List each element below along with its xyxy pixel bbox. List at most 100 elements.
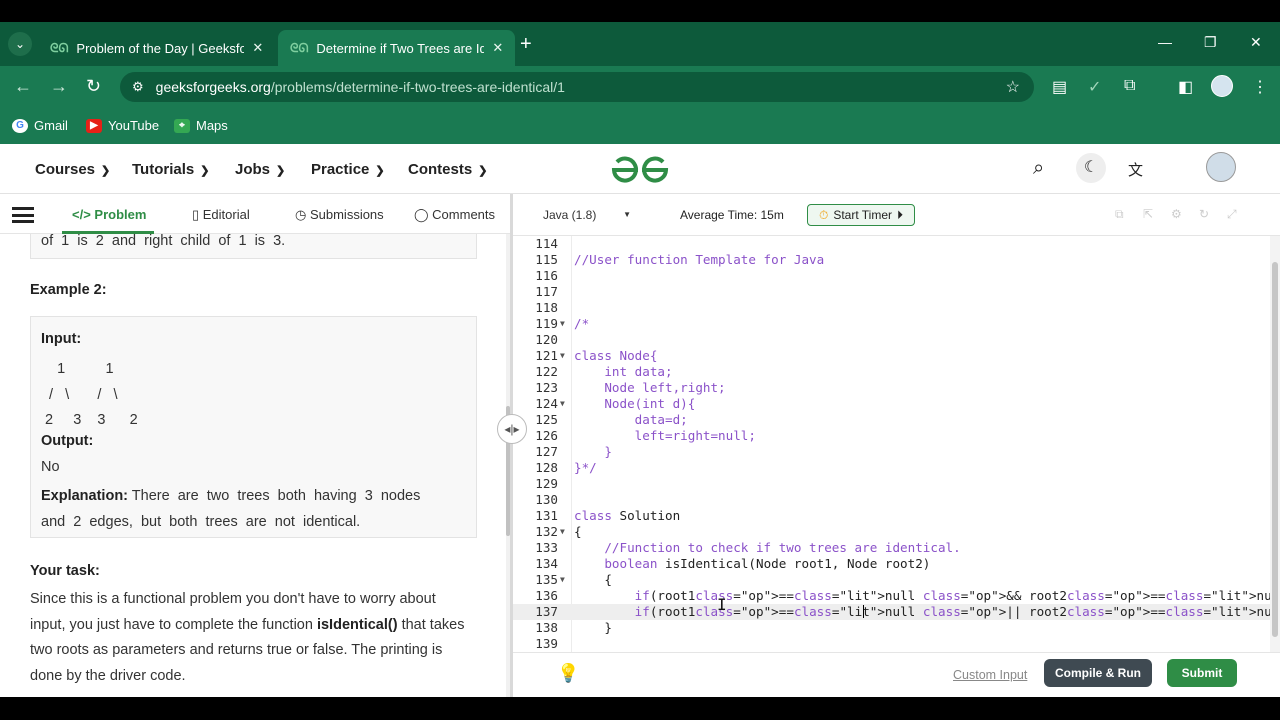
google-icon: G (12, 118, 28, 133)
menu-jobs[interactable]: Jobs ❯ (235, 161, 285, 178)
resize-handle-icon[interactable]: ◂|▸ (497, 414, 527, 444)
close-tab-icon[interactable]: ✕ (252, 40, 263, 56)
reset-icon[interactable]: ↻ (1199, 207, 1209, 221)
code-text: //Function to check if two trees are ide… (574, 540, 961, 555)
user-avatar[interactable] (1206, 152, 1236, 182)
dark-mode-icon[interactable]: ☾ (1076, 153, 1106, 183)
extension-check-icon[interactable]: ✓ (1088, 77, 1101, 97)
profile-avatar[interactable] (1211, 75, 1233, 97)
start-timer-button[interactable]: ⏱ Start Timer ⏵ (807, 204, 915, 226)
bookmark-gmail[interactable]: G Gmail (12, 118, 68, 133)
side-panel-icon[interactable]: ◧ (1178, 77, 1193, 97)
translate-icon[interactable]: 文 (1128, 159, 1143, 180)
line-number: 129 (535, 476, 558, 491)
code-text: /* (574, 316, 590, 331)
new-tab-button[interactable]: + (520, 33, 532, 56)
line-number: 139 (535, 636, 558, 651)
chevron-down-icon: ❯ (200, 165, 210, 177)
forward-icon[interactable]: → (50, 76, 68, 97)
input-label: Input: (41, 331, 82, 347)
problem-panel: </> Problem ▯ Editorial ◷ Submissions ◯ … (0, 194, 510, 697)
bookmark-youtube[interactable]: ▶ YouTube (86, 118, 159, 133)
menu-practice[interactable]: Practice ❯ (311, 161, 385, 178)
address-toolbar: ← → ↻ ⚙ geeksforgeeks.org/problems/deter… (0, 66, 1280, 108)
code-line: 129 (513, 476, 1270, 492)
tab-search-button[interactable]: ⌄ (8, 32, 32, 56)
reload-icon[interactable]: ↻ (86, 76, 101, 97)
minimize-icon[interactable]: — (1158, 34, 1172, 50)
compile-run-button[interactable]: Compile & Run (1044, 659, 1152, 687)
code-line-active: 137 if(root1class="op">==class="lit">nul… (513, 604, 1270, 620)
browser-menu-icon[interactable]: ⋮ (1252, 77, 1268, 97)
line-number: 124 (535, 396, 558, 411)
tree-row: 2 3 3 2 (41, 412, 138, 428)
close-tab-icon[interactable]: ✕ (492, 40, 503, 56)
menu-contests[interactable]: Contests ❯ (408, 161, 487, 178)
site-info-icon[interactable]: ⚙ (132, 79, 144, 95)
fold-arrow-icon[interactable]: ▼ (560, 348, 565, 364)
tab-submissions[interactable]: ◷ Submissions (295, 207, 384, 223)
code-text: if(root1class="op">==class="lit">null cl… (634, 588, 1270, 603)
active-tab-indicator (62, 231, 154, 234)
fullscreen-icon[interactable]: ⤢ (1227, 207, 1237, 222)
code-text: left=right=null; (574, 428, 756, 443)
line-number: 131 (535, 508, 558, 523)
bookmark-maps[interactable]: ⌖ Maps (174, 118, 228, 133)
submit-button[interactable]: Submit (1167, 659, 1237, 687)
tab-problem-of-the-day[interactable]: ᘓᘏ Problem of the Day | GeeksforG ✕ (38, 30, 275, 66)
hamburger-menu-icon[interactable] (12, 207, 34, 223)
scrollbar-thumb[interactable] (1272, 262, 1278, 637)
code-line: 125 data=d; (513, 412, 1270, 428)
search-icon[interactable]: ⌕ (1033, 157, 1044, 180)
line-number: 136 (535, 588, 558, 603)
upload-icon[interactable]: ⇱ (1143, 207, 1153, 221)
language-select[interactable]: Java (1.8) ▼ (543, 208, 631, 222)
line-number: 132 (535, 524, 558, 539)
tree-diagram: 1 1 / \ / \ 2 3 3 2 (41, 357, 138, 434)
fold-arrow-icon[interactable]: ▼ (560, 572, 565, 588)
code-editor[interactable]: 114 115 //User function Template for Java… (513, 236, 1270, 652)
line-number: 121 (535, 348, 558, 363)
bookmark-label: Gmail (34, 118, 68, 133)
tab-problem[interactable]: </> Problem (72, 207, 146, 222)
example-1-box: of 1 is 2 and right child of 1 is 3. (30, 234, 477, 259)
tab-comments[interactable]: ◯ Comments (414, 207, 495, 223)
tab-determine-identical-trees[interactable]: ᘓᘏ Determine if Two Trees are Iden ✕ (278, 30, 516, 66)
code-text: class Solution (574, 508, 681, 523)
editor-scrollbar[interactable] (1270, 236, 1280, 652)
line-number: 128 (535, 460, 558, 475)
close-window-icon[interactable]: ✕ (1250, 34, 1262, 51)
menu-courses[interactable]: Courses ❯ (35, 161, 110, 178)
extensions-puzzle-icon[interactable]: ⧉ (1124, 77, 1135, 95)
code-line: 131 class Solution (513, 508, 1270, 524)
extension-doc-icon[interactable]: ▤ (1052, 77, 1067, 97)
restore-icon[interactable]: ❐ (1204, 34, 1217, 51)
menu-label: Courses (35, 161, 96, 178)
code-line: 119 ▼ /* (513, 316, 1270, 332)
settings-icon[interactable]: ⚙ (1171, 207, 1182, 221)
code-text: int data; (574, 364, 673, 379)
bookmark-label: YouTube (108, 118, 160, 133)
line-number: 119 (535, 316, 558, 331)
menu-label: Contests (408, 161, 473, 178)
fold-arrow-icon[interactable]: ▼ (560, 316, 565, 332)
youtube-icon: ▶ (86, 118, 102, 133)
tab-editorial[interactable]: ▯ Editorial (192, 207, 250, 223)
custom-input-link[interactable]: Custom Input (953, 668, 1027, 682)
play-icon: ⏵ (897, 207, 904, 222)
line-number: 122 (535, 364, 558, 379)
lightbulb-icon[interactable]: 💡 (557, 663, 579, 684)
menu-tutorials[interactable]: Tutorials ❯ (132, 161, 209, 178)
back-icon[interactable]: ← (14, 76, 32, 97)
code-line: 128}*/ (513, 460, 1270, 476)
fold-arrow-icon[interactable]: ▼ (560, 396, 565, 412)
url-bar[interactable]: ⚙ geeksforgeeks.org/problems/determine-i… (120, 72, 1034, 102)
gfg-logo[interactable] (608, 154, 672, 186)
copy-icon[interactable]: ⧉ (1115, 207, 1124, 222)
task-description: Since this is a functional problem you d… (30, 587, 470, 689)
code-line: 115 //User function Template for Java (513, 252, 1270, 268)
fold-arrow-icon[interactable]: ▼ (560, 524, 565, 540)
bookmark-star-icon[interactable]: ☆ (1006, 77, 1020, 97)
code-text: class Node{ (574, 348, 658, 363)
code-text: //User function Template for Java (574, 252, 825, 267)
